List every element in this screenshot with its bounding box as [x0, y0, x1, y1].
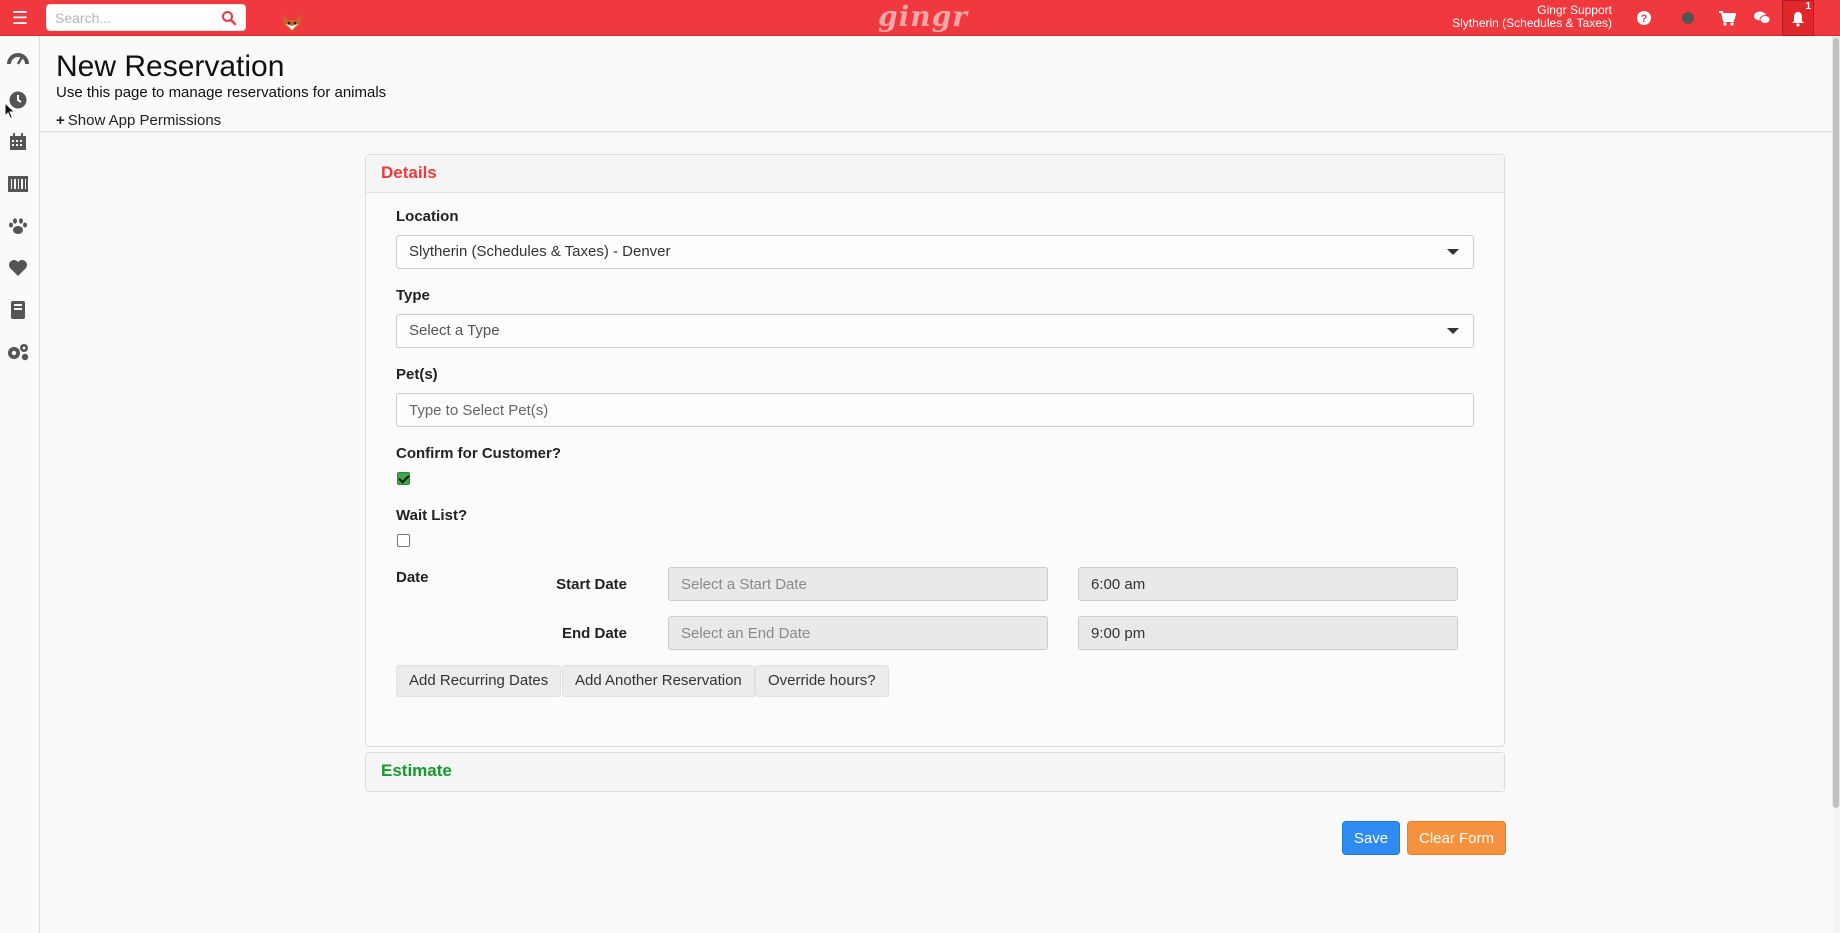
estimate-panel: Estimate [365, 752, 1505, 792]
type-select[interactable]: Select a Type [396, 314, 1474, 348]
pets-label: Pet(s) [396, 366, 438, 383]
show-permissions-link[interactable]: + Show App Permissions [56, 112, 221, 129]
details-panel: Details Location Slytherin (Schedules & … [365, 154, 1505, 747]
fox-mascot-icon [283, 14, 301, 32]
chevron-down-icon [1447, 249, 1459, 255]
user-location: Slytherin (Schedules & Taxes) [1452, 16, 1612, 30]
mouse-cursor-icon [4, 102, 16, 120]
clear-form-button[interactable]: Clear Form [1407, 821, 1506, 855]
dashboard-icon[interactable] [6, 46, 30, 70]
gears-icon[interactable] [6, 340, 30, 364]
end-date-label: End Date [561, 625, 627, 642]
chevron-down-icon [1447, 328, 1459, 334]
details-heading[interactable]: Details [366, 155, 1504, 193]
help-icon[interactable]: ? [1628, 0, 1660, 36]
pets-input[interactable] [396, 393, 1474, 427]
start-time-input[interactable] [1078, 567, 1458, 601]
sidebar [0, 36, 40, 933]
page-title: New Reservation [56, 50, 285, 83]
add-recurring-dates-button[interactable]: Add Recurring Dates [396, 665, 562, 697]
end-time-input[interactable] [1078, 616, 1458, 650]
menu-icon[interactable]: ☰ [10, 8, 30, 28]
status-dot-icon[interactable] [1672, 0, 1704, 36]
scrollbar-thumb[interactable] [1833, 38, 1839, 808]
user-info[interactable]: Gingr Support Slytherin (Schedules & Tax… [1452, 4, 1612, 30]
start-date-input[interactable] [668, 567, 1048, 601]
top-navbar: ☰ gingr Gingr Support Slytherin (Schedul… [0, 0, 1840, 36]
paw-icon[interactable] [6, 214, 30, 238]
notifications-button[interactable]: 1 [1782, 0, 1814, 36]
location-value: Slytherin (Schedules & Taxes) - Denver [409, 243, 671, 260]
heart-icon[interactable] [6, 256, 30, 280]
location-select[interactable]: Slytherin (Schedules & Taxes) - Denver [396, 235, 1474, 269]
add-another-reservation-button[interactable]: Add Another Reservation [562, 665, 755, 697]
brand-logo[interactable]: gingr [868, 2, 978, 32]
waitlist-checkbox[interactable] [397, 534, 410, 547]
notification-count: 1 [1805, 1, 1811, 12]
date-label: Date [396, 569, 429, 586]
type-value: Select a Type [409, 322, 500, 339]
page-subtitle: Use this page to manage reservations for… [56, 84, 387, 101]
page-header: New Reservation Use this page to manage … [40, 36, 1840, 132]
bell-icon [1792, 12, 1804, 27]
location-label: Location [396, 208, 459, 225]
waitlist-label: Wait List? [396, 507, 468, 524]
plus-icon: + [56, 112, 65, 129]
type-label: Type [396, 287, 430, 304]
estimate-heading[interactable]: Estimate [366, 753, 1504, 791]
main-content: Details Location Slytherin (Schedules & … [40, 133, 1834, 933]
search-input[interactable] [47, 5, 207, 30]
confirm-label: Confirm for Customer? [396, 445, 561, 462]
confirm-checkbox[interactable] [397, 472, 410, 485]
permissions-link-label: Show App Permissions [67, 112, 222, 129]
calendar-icon[interactable] [6, 130, 30, 154]
search-box [46, 4, 246, 31]
start-date-label: Start Date [556, 576, 627, 593]
cart-icon[interactable] [1711, 0, 1743, 36]
barcode-icon[interactable] [6, 172, 30, 196]
override-hours-button[interactable]: Override hours? [755, 665, 889, 697]
save-button[interactable]: Save [1342, 821, 1400, 855]
svg-text:?: ? [1641, 13, 1648, 25]
search-icon[interactable] [221, 10, 237, 26]
end-date-input[interactable] [668, 616, 1048, 650]
book-icon[interactable] [6, 298, 30, 322]
chat-icon[interactable] [1746, 0, 1778, 36]
